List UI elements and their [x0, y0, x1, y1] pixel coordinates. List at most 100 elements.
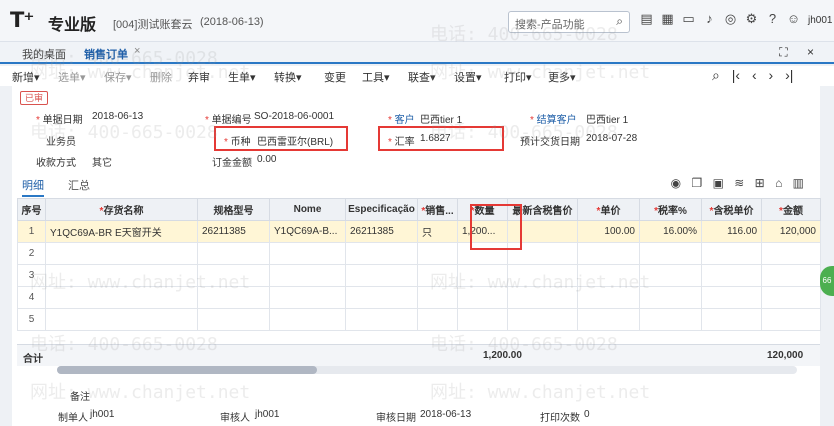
cell-item-name[interactable]	[45, 308, 198, 331]
locate-icon[interactable]: ⌕	[712, 67, 720, 83]
cell-latest-price[interactable]	[507, 264, 578, 287]
cell-amount[interactable]	[761, 264, 821, 287]
calendar-icon[interactable]: ▦	[657, 11, 678, 27]
cell-tax-rate[interactable]	[639, 286, 702, 309]
monitor-icon[interactable]: ▭	[678, 11, 699, 27]
customer-field[interactable]: 巴西tier 1	[420, 111, 462, 126]
doc-no-field[interactable]: SO-2018-06-0001	[254, 111, 334, 122]
save-button[interactable]: 保存▾	[104, 69, 132, 85]
cell-unit-price[interactable]: 100.00	[577, 220, 640, 243]
cell-nome[interactable]	[269, 286, 346, 309]
convert-button[interactable]: 转换▾	[274, 69, 302, 85]
cell-unit[interactable]	[417, 308, 458, 331]
cell-nome[interactable]: Y1QC69A-B...	[269, 220, 346, 243]
delete-button[interactable]: 删除	[150, 69, 172, 85]
table-row[interactable]: 2	[17, 242, 821, 265]
scrollbar-thumb[interactable]	[57, 366, 317, 374]
close-window-icon[interactable]: ×	[807, 45, 814, 59]
maximize-icon[interactable]: ⛶	[779, 45, 787, 59]
col-amount[interactable]: *金额	[761, 198, 821, 221]
generate-button[interactable]: 生单▾	[228, 69, 256, 85]
cell-qty[interactable]	[457, 264, 508, 287]
copy-icon[interactable]: ❐	[691, 176, 702, 190]
cell-tax-price[interactable]	[701, 286, 762, 309]
cell-unit-price[interactable]	[577, 264, 640, 287]
cell-item-name[interactable]	[45, 242, 198, 265]
horizontal-scrollbar[interactable]	[57, 366, 797, 374]
change-button[interactable]: 变更	[324, 69, 346, 85]
prev-record-icon[interactable]: ‹	[752, 67, 757, 83]
col-tax-price[interactable]: *含税单价	[701, 198, 762, 221]
cell-unit[interactable]	[417, 286, 458, 309]
table-row[interactable]: 4	[17, 286, 821, 309]
cell-amount[interactable]	[761, 308, 821, 331]
cell-tax-price[interactable]: 116.00	[701, 220, 762, 243]
bell-icon[interactable]: ♪	[699, 11, 720, 27]
cell-nome[interactable]	[269, 242, 346, 265]
help-icon[interactable]: ?	[762, 11, 783, 27]
delivery-date-field[interactable]: 2018-07-28	[586, 133, 637, 144]
cell-spec[interactable]: 26211385	[197, 220, 270, 243]
col-tax-rate[interactable]: *税率%	[639, 198, 702, 221]
cell-spec[interactable]	[197, 308, 270, 331]
select-button[interactable]: 选单▾	[58, 69, 86, 85]
cell-unit-price[interactable]	[577, 286, 640, 309]
location-icon[interactable]: ◎	[720, 11, 741, 27]
col-especificacao[interactable]: Especificação	[345, 198, 418, 221]
paste-icon[interactable]: ▣	[713, 176, 724, 190]
col-unit[interactable]: *销售...	[417, 198, 458, 221]
close-icon[interactable]: ×	[134, 45, 140, 57]
more-button[interactable]: 更多▾	[548, 69, 576, 85]
user-icon[interactable]: ☺	[783, 11, 804, 27]
user-name[interactable]: jh001	[808, 15, 832, 26]
cell-especificacao[interactable]: 26211385	[345, 220, 418, 243]
doc-date-field[interactable]: 2018-06-13	[92, 111, 143, 122]
cell-tax-rate[interactable]	[639, 264, 702, 287]
sort-icon[interactable]: ≋	[734, 176, 744, 190]
cell-spec[interactable]	[197, 286, 270, 309]
cell-unit[interactable]	[417, 242, 458, 265]
cell-nome[interactable]	[269, 308, 346, 331]
cell-item-name[interactable]	[45, 264, 198, 287]
cell-latest-price[interactable]	[507, 286, 578, 309]
cell-amount[interactable]	[761, 242, 821, 265]
col-item-name[interactable]: *存货名称	[45, 198, 198, 221]
cell-especificacao[interactable]	[345, 242, 418, 265]
search-input[interactable]: 搜索-产品功能 ⌕	[508, 11, 630, 33]
cell-tax-rate[interactable]: 16.00%	[639, 220, 702, 243]
next-record-icon[interactable]: ›	[769, 67, 774, 83]
lock-icon[interactable]: ⌂	[775, 176, 782, 190]
cell-amount[interactable]: 120,000	[761, 220, 821, 243]
table-row[interactable]: 1 Y1QC69A-BR E天窗开关 26211385 Y1QC69A-B...…	[17, 220, 821, 243]
cell-tax-price[interactable]	[701, 242, 762, 265]
cell-unit[interactable]	[417, 264, 458, 287]
cell-qty[interactable]	[457, 286, 508, 309]
cell-unit-price[interactable]	[577, 308, 640, 331]
cell-item-name[interactable]	[45, 286, 198, 309]
col-spec[interactable]: 规格型号	[197, 198, 270, 221]
tab-desktop[interactable]: 我的桌面	[22, 46, 66, 62]
tab-detail[interactable]: 明细	[22, 177, 44, 197]
receipt-method-field[interactable]: 其它	[92, 154, 112, 169]
cell-item-name[interactable]: Y1QC69A-BR E天窗开关	[45, 220, 198, 243]
settings-button[interactable]: 设置▾	[454, 69, 482, 85]
col-nome[interactable]: Nome	[269, 198, 346, 221]
cell-especificacao[interactable]	[345, 308, 418, 331]
cell-amount[interactable]	[761, 286, 821, 309]
cell-spec[interactable]	[197, 242, 270, 265]
cell-especificacao[interactable]	[345, 286, 418, 309]
tab-summary[interactable]: 汇总	[68, 177, 90, 193]
cell-tax-price[interactable]	[701, 308, 762, 331]
cell-qty[interactable]	[457, 308, 508, 331]
settle-customer-field[interactable]: 巴西tier 1	[586, 111, 628, 126]
tools-button[interactable]: 工具▾	[362, 69, 390, 85]
tab-sales-order[interactable]: 销售订单	[84, 46, 128, 62]
unaudit-button[interactable]: 弃审	[188, 69, 210, 85]
print-button[interactable]: 打印▾	[504, 69, 532, 85]
first-record-icon[interactable]: |‹	[732, 67, 740, 83]
new-button[interactable]: 新增▾	[12, 69, 40, 85]
table-row[interactable]: 5	[17, 308, 821, 331]
cell-tax-rate[interactable]	[639, 308, 702, 331]
cell-tax-rate[interactable]	[639, 242, 702, 265]
cell-unit-price[interactable]	[577, 242, 640, 265]
